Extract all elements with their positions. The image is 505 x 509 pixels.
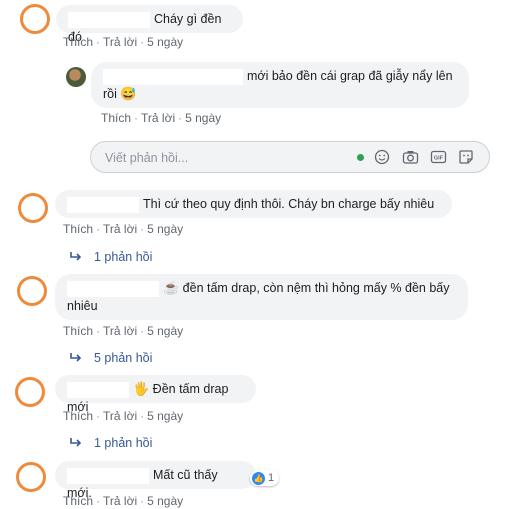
redacted-author-name[interactable]	[103, 68, 243, 85]
comment-actions: Thích · Trả lời · 5 ngày	[63, 494, 184, 508]
replies-count[interactable]: 5 phản hồi	[94, 351, 152, 365]
emoji-icon[interactable]	[373, 149, 391, 167]
gif-icon[interactable]: GIF	[429, 149, 447, 167]
redacted-author-name[interactable]	[68, 11, 150, 28]
view-replies-link[interactable]: 5 phản hồi	[70, 351, 152, 365]
reply-link[interactable]: Trả lời	[103, 35, 137, 49]
like-count-badge[interactable]: 👍 1	[250, 470, 280, 486]
comment-bubble: Thì cứ theo quy định thôi. Cháy bn charg…	[55, 190, 452, 218]
timestamp[interactable]: 5 ngày	[147, 409, 183, 423]
like-link[interactable]: Thích	[63, 222, 93, 236]
view-replies-link[interactable]: 1 phản hồi	[70, 436, 152, 450]
comment-actions: Thích · Trả lời · 5 ngày	[101, 111, 222, 125]
redacted-author-name[interactable]	[67, 280, 159, 297]
avatar[interactable]	[15, 377, 45, 407]
comment-actions: Thích · Trả lời · 5 ngày	[63, 409, 184, 423]
comment-bubble: ☕ đền tấm drap, còn nệm thì hỏng mấy % đ…	[55, 274, 468, 320]
like-link[interactable]: Thích	[63, 35, 93, 49]
sticker-icon[interactable]	[457, 149, 475, 167]
like-link[interactable]: Thích	[63, 494, 93, 508]
reply-link[interactable]: Trả lời	[103, 324, 137, 338]
reply-arrow-icon	[70, 351, 84, 365]
comment-bubble: Cháy gì đền đó	[56, 5, 243, 44]
replies-count[interactable]: 1 phản hồi	[94, 436, 152, 450]
avatar[interactable]	[20, 4, 50, 34]
reply-arrow-icon	[70, 250, 84, 264]
comment-text-continued: rồi	[103, 87, 117, 101]
camera-icon[interactable]	[401, 149, 419, 167]
like-link[interactable]: Thích	[63, 409, 93, 423]
svg-text:GIF: GIF	[433, 156, 443, 162]
comment-bubble: Mất cũ thấy mới.	[55, 461, 256, 500]
online-indicator-icon	[357, 154, 364, 161]
comment-actions: Thích · Trả lời · 5 ngày	[63, 35, 184, 49]
timestamp[interactable]: 5 ngày	[147, 35, 183, 49]
redacted-author-name[interactable]	[67, 467, 149, 484]
comment-bubble: mới bảo đền cái grap đã giẫy nẩy lên rồi…	[91, 62, 469, 108]
reply-input[interactable]	[103, 148, 347, 168]
reply-link[interactable]: Trả lời	[103, 222, 137, 236]
timestamp[interactable]: 5 ngày	[147, 494, 183, 508]
comment-actions: Thích · Trả lời · 5 ngày	[63, 324, 184, 338]
timestamp[interactable]: 5 ngày	[147, 222, 183, 236]
reply-link[interactable]: Trả lời	[141, 111, 175, 125]
redacted-author-name[interactable]	[67, 381, 129, 398]
comment-bubble: 🖐 Đền tấm drap mới	[55, 375, 256, 414]
timestamp[interactable]: 5 ngày	[147, 324, 183, 338]
raised-hand-emoji-icon: 🖐	[133, 381, 150, 396]
reply-link[interactable]: Trả lời	[103, 409, 137, 423]
sweat-smile-emoji-icon: 😅	[120, 86, 137, 101]
view-replies-link[interactable]: 1 phản hồi	[70, 250, 152, 264]
redacted-author-name[interactable]	[67, 196, 139, 213]
coffee-emoji-icon: ☕	[163, 280, 180, 295]
avatar[interactable]	[66, 67, 86, 87]
comment-actions: Thích · Trả lời · 5 ngày	[63, 222, 184, 236]
comment-text: mới bảo đền cái grap đã giẫy nẩy lên	[247, 69, 453, 83]
reply-link[interactable]: Trả lời	[103, 494, 137, 508]
reply-input-box[interactable]: GIF	[90, 141, 490, 173]
comment-text-continued: nhiêu	[67, 299, 98, 313]
like-link[interactable]: Thích	[101, 111, 131, 125]
like-count: 1	[268, 472, 275, 484]
replies-count[interactable]: 1 phản hồi	[94, 250, 152, 264]
like-link[interactable]: Thích	[63, 324, 93, 338]
avatar[interactable]	[17, 276, 47, 306]
timestamp[interactable]: 5 ngày	[185, 111, 221, 125]
thumbs-up-icon: 👍	[252, 471, 265, 485]
avatar[interactable]	[16, 462, 46, 492]
comment-text: Thì cứ theo quy định thôi. Cháy bn charg…	[143, 197, 435, 211]
reply-arrow-icon	[70, 436, 84, 450]
avatar[interactable]	[18, 193, 48, 223]
comment-text: đền tấm drap, còn nệm thì hỏng mấy % đền…	[182, 281, 450, 295]
